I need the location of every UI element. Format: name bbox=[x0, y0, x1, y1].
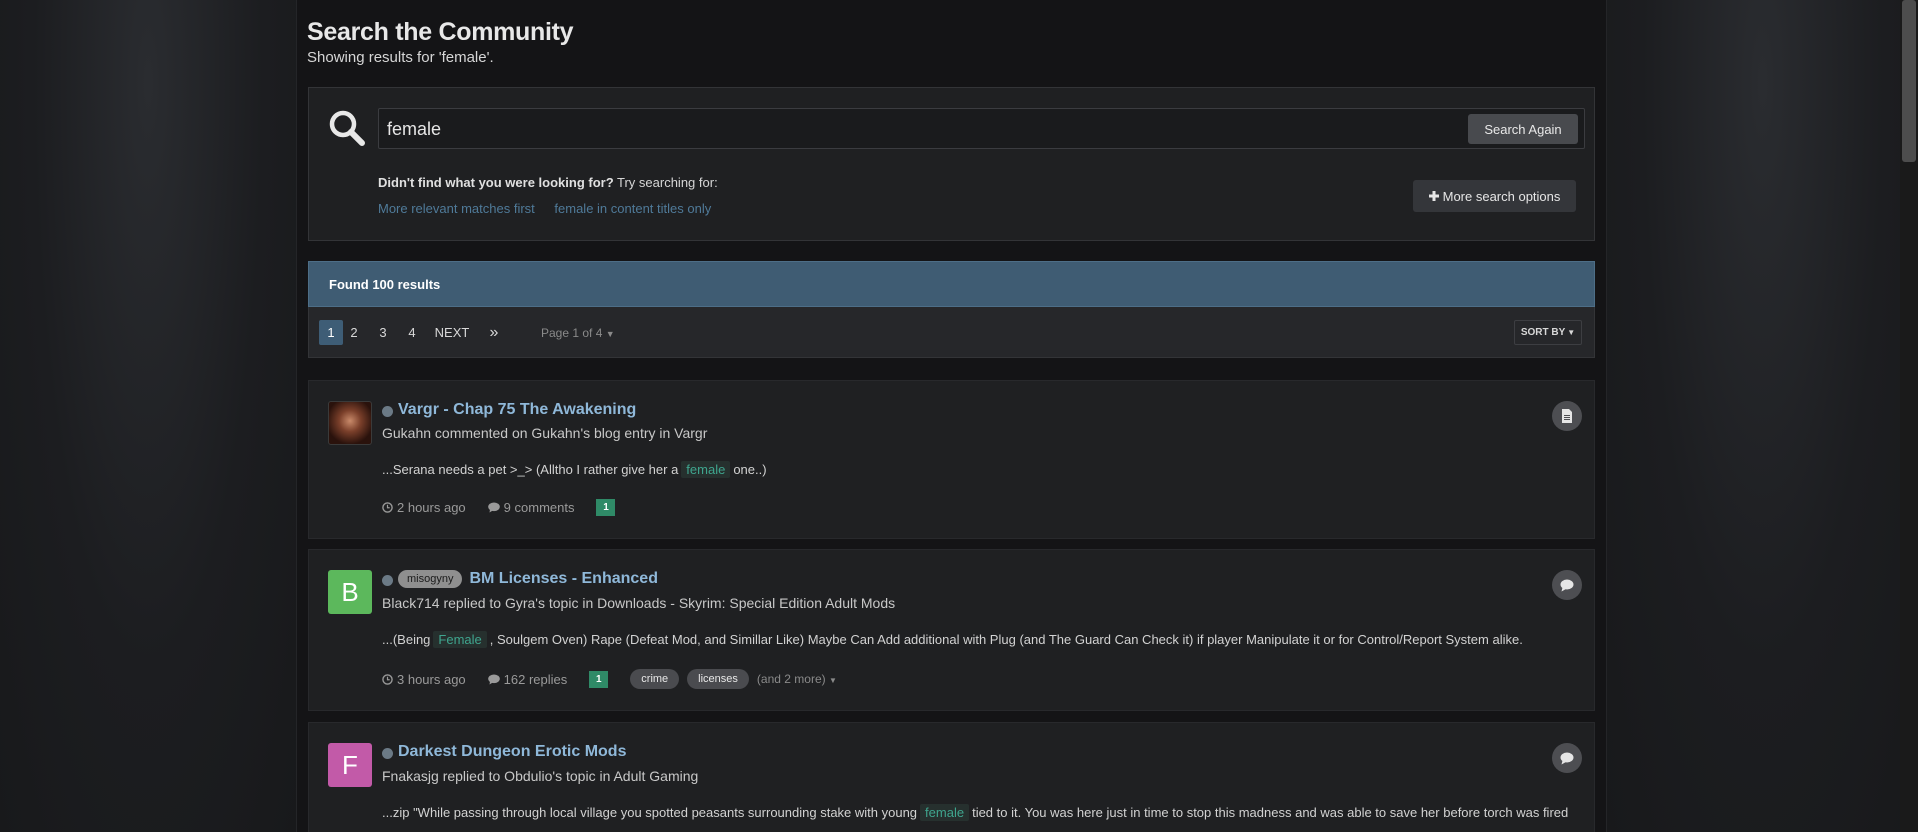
avatar[interactable]: B bbox=[328, 570, 372, 614]
unread-dot-icon bbox=[382, 747, 393, 759]
more-tags-toggle[interactable]: (and 2 more) ▼ bbox=[757, 672, 837, 686]
clock-icon bbox=[382, 502, 393, 513]
sort-by-button[interactable]: SORT BY ▼ bbox=[1514, 320, 1582, 345]
snippet-after: one..) bbox=[733, 462, 767, 477]
search-input[interactable] bbox=[387, 117, 1447, 141]
suggestion-titles-link[interactable]: female in content titles only bbox=[554, 201, 711, 216]
background-right bbox=[1607, 0, 1918, 832]
result-time: 3 hours ago bbox=[382, 672, 466, 687]
unread-dot-icon bbox=[382, 574, 393, 586]
caret-down-icon: ▼ bbox=[828, 676, 837, 685]
result-time: 2 hours ago bbox=[382, 500, 466, 515]
snippet-highlight: female bbox=[920, 804, 970, 821]
caret-down-icon: ▼ bbox=[1567, 328, 1576, 337]
result-item: B misogyny BM Licenses - Enhanced Black7… bbox=[308, 549, 1595, 711]
result-title-link[interactable]: BM Licenses - Enhanced bbox=[469, 570, 658, 588]
page-jump-dropdown[interactable]: Page 1 of 4 ▼ bbox=[541, 326, 615, 340]
prefix-tag[interactable]: misogyny bbox=[398, 570, 463, 588]
result-meta: Black714 replied to Gyra's topic in Down… bbox=[382, 595, 896, 611]
reputation-badge: 1 bbox=[589, 670, 609, 688]
tag-licenses[interactable]: licenses bbox=[687, 669, 749, 689]
didnt-find-rest: Try searching for: bbox=[613, 175, 718, 190]
page-scrollbar[interactable] bbox=[1900, 0, 1918, 832]
result-time-label: 2 hours ago bbox=[397, 500, 466, 515]
result-title-row: misogyny BM Licenses - Enhanced bbox=[382, 570, 658, 588]
page-3-button[interactable]: 3 bbox=[371, 320, 395, 345]
snippet-after: , Soulgem Oven) Rape (Defeat Mod, and Si… bbox=[489, 632, 1523, 647]
result-title-link[interactable]: Vargr - Chap 75 The Awakening bbox=[398, 401, 636, 419]
snippet-before: ...(Being bbox=[382, 632, 431, 647]
page-1-button[interactable]: 1 bbox=[319, 320, 343, 345]
suggestion-relevant-link[interactable]: More relevant matches first bbox=[378, 201, 535, 216]
result-item: Vargr - Chap 75 The Awakening Gukahn com… bbox=[308, 380, 1595, 539]
clock-icon bbox=[382, 673, 393, 685]
result-count: 9 comments bbox=[487, 500, 575, 515]
page-subtitle: Showing results for 'female'. bbox=[307, 49, 494, 66]
pagination-bar: 1 2 3 4 NEXT » Page 1 of 4 ▼ SORT BY ▼ bbox=[308, 307, 1595, 358]
result-item: F Darkest Dungeon Erotic Mods Fnakasjg r… bbox=[308, 722, 1595, 832]
snippet-after: tied to it. You was here just in time to… bbox=[972, 805, 1569, 820]
result-count: 162 replies bbox=[487, 671, 568, 687]
background-left bbox=[0, 0, 296, 832]
result-stats: 3 hours ago 162 replies 1 crime licenses… bbox=[382, 669, 837, 689]
page-title: Search the Community bbox=[307, 18, 574, 46]
result-time-label: 3 hours ago bbox=[397, 671, 466, 687]
scrollbar-thumb[interactable] bbox=[1902, 0, 1916, 162]
page-of-label: Page 1 of 4 bbox=[541, 326, 603, 340]
more-search-options-button[interactable]: More search options bbox=[1413, 180, 1576, 212]
comment-bubble-icon bbox=[487, 674, 500, 684]
more-tags-label: (and 2 more) bbox=[756, 672, 826, 686]
unread-dot-icon bbox=[382, 405, 393, 417]
sort-by-label: SORT BY bbox=[1520, 327, 1566, 338]
comment-bubble-icon bbox=[487, 502, 500, 513]
last-page-button[interactable]: » bbox=[482, 320, 506, 345]
page-4-button[interactable]: 4 bbox=[400, 320, 424, 345]
search-again-button[interactable]: Search Again bbox=[1468, 114, 1578, 144]
snippet-highlight: Female bbox=[433, 631, 487, 648]
result-title-row: Vargr - Chap 75 The Awakening bbox=[382, 401, 636, 419]
more-options-label: More search options bbox=[1442, 188, 1561, 204]
page-2-button[interactable]: 2 bbox=[342, 320, 366, 345]
result-snippet: ...(Being Female, Soulgem Oven) Rape (Def… bbox=[382, 631, 1523, 648]
result-meta: Gukahn commented on Gukahn's blog entry … bbox=[382, 425, 708, 441]
plus-icon bbox=[1428, 191, 1439, 201]
comment-icon bbox=[1552, 743, 1582, 773]
comment-icon bbox=[1552, 570, 1582, 600]
document-icon bbox=[1552, 401, 1582, 431]
tag-crime[interactable]: crime bbox=[630, 669, 680, 689]
search-icon bbox=[327, 108, 367, 148]
snippet-before: ...zip "While passing through local vill… bbox=[382, 805, 918, 820]
caret-down-icon: ▼ bbox=[605, 329, 615, 339]
avatar[interactable]: F bbox=[328, 743, 372, 787]
didnt-find-text: Didn't find what you were looking for? T… bbox=[378, 175, 718, 190]
main-content: Search the Community Showing results for… bbox=[296, 0, 1607, 832]
result-count-label: 9 comments bbox=[503, 500, 575, 515]
result-snippet: ...Serana needs a pet >_> (Alltho I rath… bbox=[382, 461, 767, 478]
result-count-label: 162 replies bbox=[503, 671, 568, 687]
snippet-highlight: female bbox=[681, 461, 731, 478]
next-page-button[interactable]: NEXT bbox=[429, 320, 475, 345]
didnt-find-bold: Didn't find what you were looking for? bbox=[378, 175, 614, 190]
snippet-before: ...Serana needs a pet >_> (Alltho I rath… bbox=[382, 462, 679, 477]
search-panel: Search Again Didn't find what you were l… bbox=[308, 87, 1595, 241]
result-title-link[interactable]: Darkest Dungeon Erotic Mods bbox=[398, 743, 626, 761]
result-stats: 2 hours ago 9 comments 1 bbox=[382, 499, 637, 516]
search-field: Search Again bbox=[378, 108, 1585, 149]
results-count-header: Found 100 results bbox=[308, 261, 1595, 307]
reputation-badge: 1 bbox=[596, 499, 616, 516]
result-title-row: Darkest Dungeon Erotic Mods bbox=[382, 743, 626, 761]
result-snippet: ...zip "While passing through local vill… bbox=[382, 804, 1569, 821]
result-meta: Fnakasjg replied to Obdulio's topic in A… bbox=[382, 768, 699, 784]
search-suggestions: More relevant matches first female in co… bbox=[378, 201, 727, 216]
avatar[interactable] bbox=[328, 401, 372, 445]
